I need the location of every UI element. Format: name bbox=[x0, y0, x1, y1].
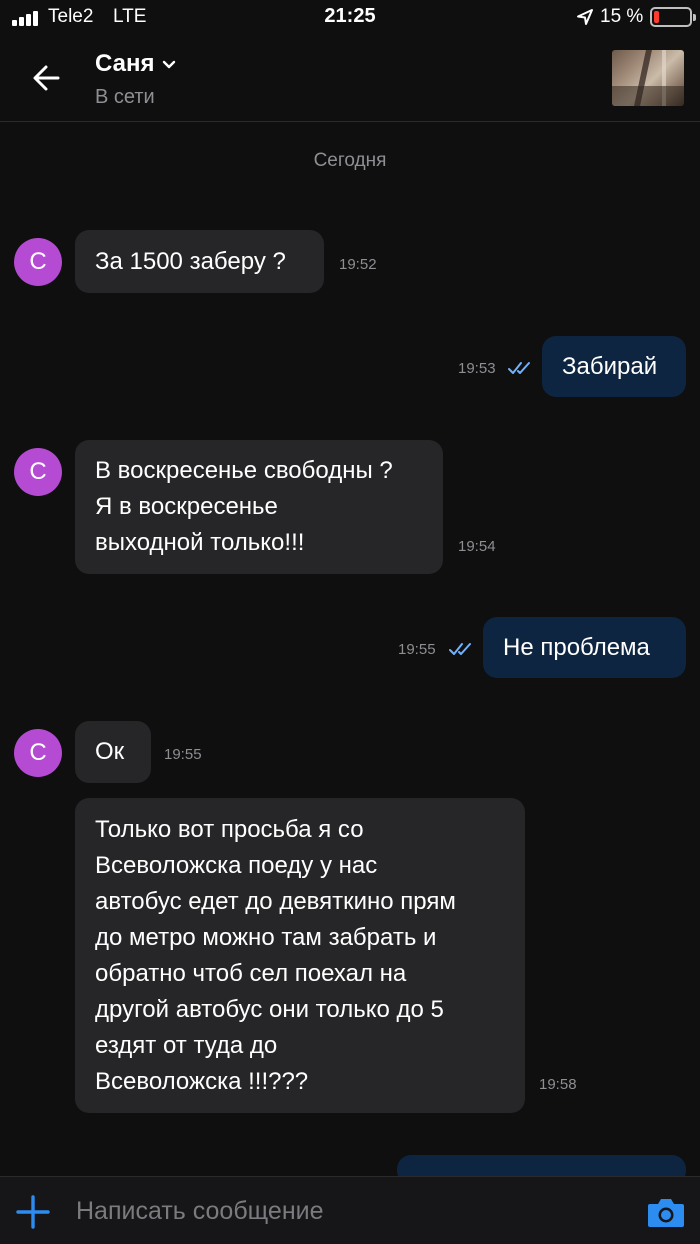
battery-icon bbox=[650, 7, 696, 27]
battery-percent: 15 % bbox=[600, 6, 644, 27]
back-button[interactable] bbox=[24, 58, 68, 98]
contact-online-status: В сети bbox=[95, 86, 155, 108]
message-text: В воскресенье свободны ? Я в воскресенье… bbox=[95, 457, 393, 556]
status-time: 21:25 bbox=[324, 5, 376, 27]
message-bubble-outgoing[interactable]: Не проблема bbox=[483, 617, 686, 678]
message-time: 19:55 bbox=[164, 746, 202, 763]
arrow-left-icon bbox=[33, 65, 60, 91]
message-time: 19:58 bbox=[539, 1076, 577, 1093]
message-bubble-outgoing[interactable]: Забирай bbox=[542, 336, 686, 397]
message-text: За 1500 заберу ? bbox=[95, 248, 286, 275]
plus-icon[interactable] bbox=[16, 1195, 50, 1229]
day-separator: Сегодня bbox=[313, 150, 387, 171]
status-bar: Tele2 LTE 21:25 15 % bbox=[0, 0, 700, 36]
chat-header: Саня В сети bbox=[0, 36, 700, 122]
message-bubble-incoming[interactable]: За 1500 заберу ? bbox=[75, 230, 324, 293]
message-text: Забирай bbox=[562, 353, 658, 380]
read-checkmarks-icon bbox=[508, 362, 530, 374]
sender-avatar[interactable]: С bbox=[14, 729, 62, 777]
message-text: Не проблема bbox=[503, 634, 650, 661]
message-time: 19:52 bbox=[339, 256, 377, 273]
message-input-bar bbox=[0, 1176, 700, 1244]
message-time: 19:55 bbox=[398, 641, 436, 658]
message-time: 19:54 bbox=[458, 538, 496, 555]
message-bubble-incoming[interactable]: В воскресенье свободны ? Я в воскресенье… bbox=[75, 440, 443, 574]
message-bubble-incoming[interactable]: Ок bbox=[75, 721, 151, 783]
contact-name[interactable]: Саня bbox=[95, 50, 154, 78]
message-input[interactable] bbox=[76, 1191, 616, 1231]
camera-icon[interactable] bbox=[646, 1195, 686, 1229]
message-text: Только вот просьба я со Всеволожска поед… bbox=[95, 816, 456, 1095]
message-time: 19:53 bbox=[458, 360, 496, 377]
read-checkmarks-icon bbox=[449, 643, 471, 655]
message-bubble-incoming[interactable]: Только вот просьба я со Всеволожска поед… bbox=[75, 798, 525, 1113]
chevron-down-icon[interactable] bbox=[160, 58, 178, 72]
sender-avatar[interactable]: С bbox=[14, 238, 62, 286]
sender-avatar[interactable]: С bbox=[14, 448, 62, 496]
message-text: Ок bbox=[95, 738, 125, 765]
location-arrow-icon bbox=[577, 9, 593, 25]
contact-avatar[interactable] bbox=[612, 50, 684, 106]
